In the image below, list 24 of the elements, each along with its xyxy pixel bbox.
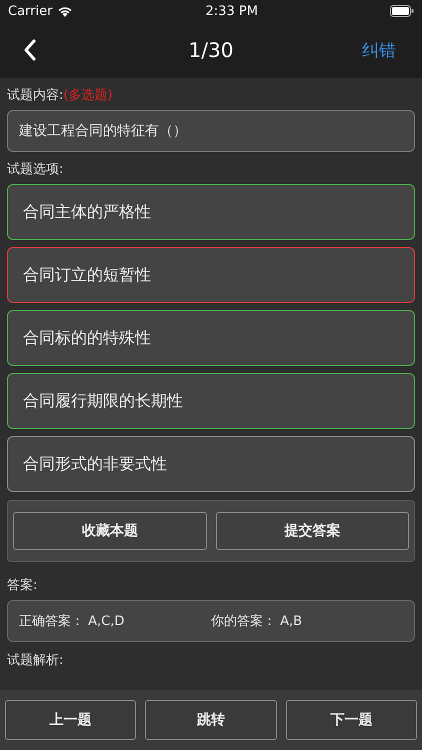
section-label: 试题解析: (7, 652, 64, 669)
your-answer: 你的答案： A,B (211, 613, 304, 630)
answer-option[interactable]: 合同履行期限的长期性 (7, 373, 415, 429)
correct-answer: 正确答案： A,C,D (19, 613, 126, 630)
section-label: 试题内容: (7, 88, 64, 103)
section-label: 答案: (7, 577, 38, 594)
nav-button[interactable]: 下一题 (286, 700, 417, 740)
answer-option[interactable]: 合同形式的非要式性 (7, 436, 415, 492)
action-button[interactable]: 提交答案 (216, 512, 409, 550)
answer-option[interactable]: 合同订立的短暂性 (7, 247, 415, 303)
page-title: 1/30 (188, 38, 234, 62)
nav-button[interactable]: 跳转 (145, 700, 277, 740)
question-type: (多选题) (63, 88, 113, 103)
action-button[interactable]: 收藏本题 (13, 512, 206, 550)
answer-option[interactable]: 合同主体的严格性 (7, 184, 415, 240)
section-label: 试题选项: (7, 161, 64, 178)
question-text: 建设工程合同的特征有（） (7, 110, 415, 152)
carrier-label: Carrier (8, 4, 52, 18)
nav-button[interactable]: 上一题 (5, 700, 136, 740)
wifi-icon (57, 5, 74, 17)
report-error-link[interactable]: 纠错 (362, 38, 396, 62)
status-time: 2:33 PM (206, 4, 258, 18)
battery-icon (390, 5, 414, 17)
answer-option[interactable]: 合同标的的特殊性 (7, 310, 415, 366)
